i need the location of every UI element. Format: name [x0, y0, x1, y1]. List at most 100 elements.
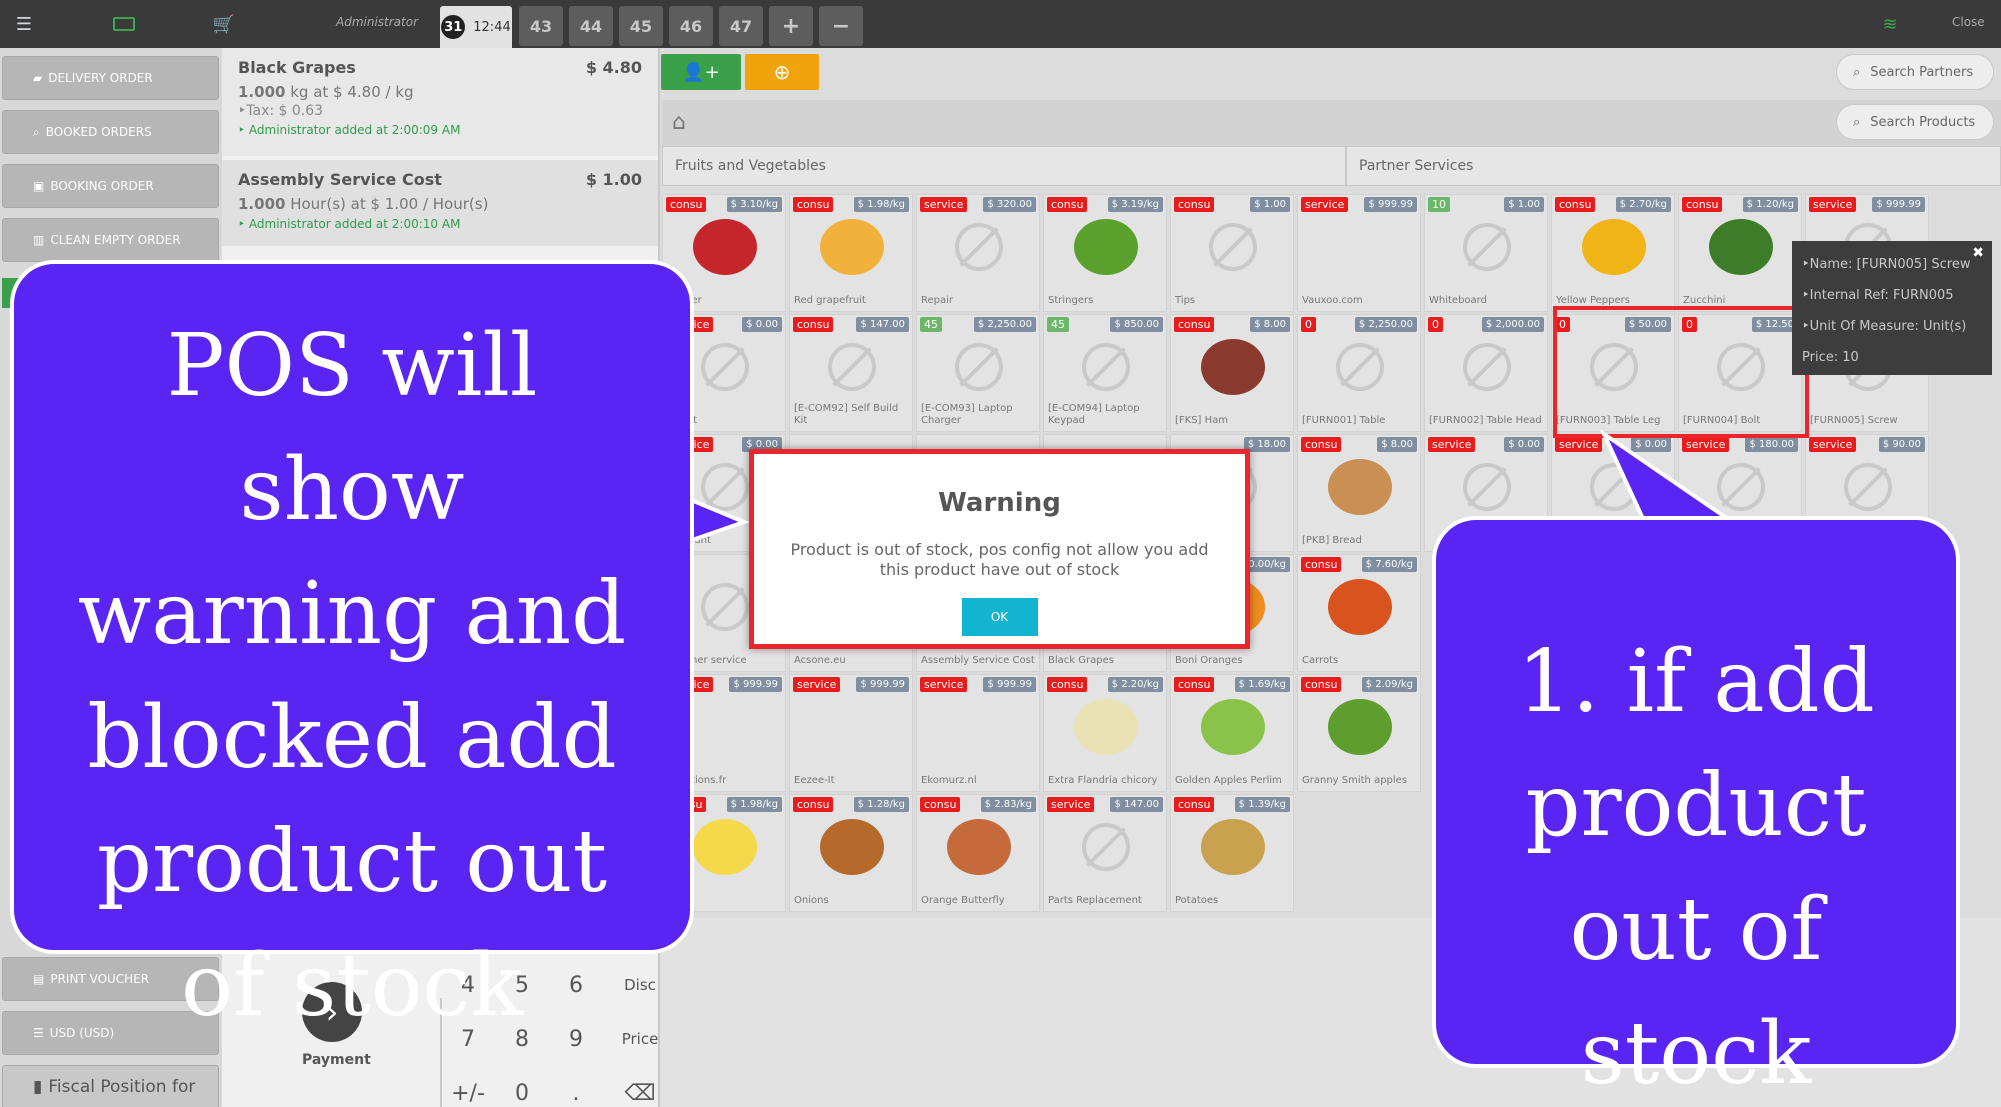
order-line-price: $ 1.00: [585, 170, 642, 189]
product-card[interactable]: consu $ 1.39/kg Potatoes: [1170, 794, 1294, 912]
right-callout: 1. if add product out of stock: [1432, 516, 1960, 1104]
close-icon[interactable]: ✖: [1972, 245, 1984, 261]
numpad-plus-minus[interactable]: +/-: [443, 1081, 493, 1106]
product-image: [1201, 699, 1265, 755]
tooltip-name: ‣Name: [FURN005] Screw: [1802, 257, 1971, 272]
product-price-tag: $ 2.70/kg: [1615, 197, 1671, 212]
product-price-tag: $ 2.20/kg: [1107, 677, 1163, 692]
product-card[interactable]: service $ 320.00 Repair: [916, 194, 1040, 312]
product-type-badge: consu: [793, 197, 834, 212]
product-type-badge: consu: [1301, 557, 1342, 572]
cash-icon[interactable]: [110, 12, 138, 36]
camera-placeholder-icon: [1336, 343, 1384, 391]
booking-order-button[interactable]: ▣ BOOKING ORDER: [2, 164, 219, 208]
product-price-tag: $ 2,000.00: [1481, 317, 1544, 332]
fiscal-position-button[interactable]: ▮ Fiscal Position for: [2, 1065, 219, 1107]
product-price-tag: $ 850.00: [1110, 317, 1163, 332]
tooltip-ref: ‣Internal Ref: FURN005: [1802, 288, 1954, 303]
product-card[interactable]: 45 $ 2,250.00 [E-COM93] Laptop Charger: [916, 314, 1040, 432]
numpad-price[interactable]: Price: [605, 1030, 675, 1048]
product-card[interactable]: consu $ 3.19/kg Stringers: [1043, 194, 1167, 312]
close-button[interactable]: Close: [1952, 15, 1985, 29]
product-card[interactable]: consu $ 1.20/kg Zucchini: [1678, 194, 1802, 312]
product-price-tag: $ 999.99: [983, 677, 1036, 692]
numpad-key-0[interactable]: 0: [497, 1081, 547, 1106]
product-image: [947, 819, 1011, 875]
product-card[interactable]: consu $ 2.20/kg Extra Flandria chicory: [1043, 674, 1167, 792]
product-image: [1074, 219, 1138, 275]
product-price-tag: $ 1.98/kg: [853, 197, 909, 212]
product-card[interactable]: service $ 999.99 Vauxoo.com: [1297, 194, 1421, 312]
tab-order-46[interactable]: 46: [669, 6, 713, 46]
product-type-badge: service: [920, 677, 968, 692]
ok-button[interactable]: OK: [961, 598, 1038, 636]
product-card[interactable]: consu $ 2.70/kg Yellow Peppers: [1551, 194, 1675, 312]
home-icon[interactable]: ⌂: [672, 110, 686, 135]
search-products-input[interactable]: ⌕ Search Products: [1836, 104, 1994, 140]
product-name: Carrots: [1302, 655, 1339, 666]
tooltip-price: Price: 10: [1802, 350, 1859, 365]
product-card[interactable]: consu $ 1.69/kg Golden Apples Perlim: [1170, 674, 1294, 792]
product-name: Boni Oranges: [1175, 655, 1243, 666]
product-price-tag: $ 2.09/kg: [1361, 677, 1417, 692]
remove-order-button[interactable]: −: [819, 6, 863, 46]
product-type-badge: 45: [1047, 317, 1069, 332]
product-card[interactable]: consu $ 1.98/kg Red grapefruit: [789, 194, 913, 312]
product-card[interactable]: consu $ 147.00 [E-COM92] Self Build Kit: [789, 314, 913, 432]
product-card[interactable]: 45 $ 850.00 [E-COM94] Laptop Keypad: [1043, 314, 1167, 432]
add-partner-icon[interactable]: 👤+: [661, 54, 741, 90]
print-voucher-label: PRINT VOUCHER: [50, 972, 150, 986]
trash-icon: ▥: [33, 233, 45, 247]
product-card[interactable]: service $ 999.99 Ekomurz.nl: [916, 674, 1040, 792]
product-card[interactable]: consu $ 7.60/kg Carrots: [1297, 554, 1421, 672]
search-partners-input[interactable]: ⌕ Search Partners: [1836, 54, 1994, 90]
numpad-dot[interactable]: .: [551, 1081, 601, 1106]
add-order-button[interactable]: +: [769, 6, 813, 46]
add-circle-icon[interactable]: ⊕: [745, 54, 819, 90]
product-card[interactable]: 0 $ 2,250.00 [FURN001] Table: [1297, 314, 1421, 432]
tab-order-45[interactable]: 45: [619, 6, 663, 46]
product-card[interactable]: 10 $ 1.00 Whiteboard: [1424, 194, 1548, 312]
product-type-badge: consu: [1047, 197, 1088, 212]
numpad-backspace-icon[interactable]: ⌫: [605, 1081, 675, 1106]
product-card[interactable]: consu $ 8.00 [FKS] Ham: [1170, 314, 1294, 432]
product-card[interactable]: consu $ 1.28/kg Onions: [789, 794, 913, 912]
list-icon: ☰: [33, 1026, 44, 1040]
tab-order-47[interactable]: 47: [719, 6, 763, 46]
order-line[interactable]: Black Grapes $ 4.80 1.000 kg at $ 4.80 /…: [222, 48, 658, 156]
right-callout-text: 1. if add product out of stock: [1517, 632, 1875, 1104]
order-line[interactable]: Assembly Service Cost $ 1.00 1.000 Hour(…: [222, 160, 658, 246]
breadcrumb: ⌂: [662, 100, 2001, 146]
product-type-badge: consu: [1174, 317, 1215, 332]
product-image: [1328, 699, 1392, 755]
product-card[interactable]: consu $ 8.00 [PKB] Bread: [1297, 434, 1421, 552]
delivery-order-button[interactable]: ▰ DELIVERY ORDER: [2, 56, 219, 100]
warning-dialog: Warning Product is out of stock, pos con…: [749, 449, 1250, 649]
product-card[interactable]: service $ 147.00 Parts Replacement: [1043, 794, 1167, 912]
product-type-badge: consu: [1555, 197, 1596, 212]
booked-orders-button[interactable]: ⌕ BOOKED ORDERS: [2, 110, 219, 154]
menu-list-icon[interactable]: ☰: [12, 12, 36, 36]
numpad-disc[interactable]: Disc: [605, 976, 675, 994]
cart-icon[interactable]: 🛒: [210, 12, 238, 36]
product-image: [1709, 219, 1773, 275]
numpad-key-9[interactable]: 9: [551, 1027, 601, 1052]
printer-icon: ▤: [33, 972, 45, 986]
product-name: Tips: [1175, 295, 1196, 306]
product-card[interactable]: 0 $ 2,000.00 [FURN002] Table Head: [1424, 314, 1548, 432]
product-card[interactable]: consu $ 2.83/kg Orange Butterfly: [916, 794, 1040, 912]
tab-order-44[interactable]: 44: [569, 6, 613, 46]
clean-empty-order-button[interactable]: ▥ CLEAN EMPTY ORDER: [2, 218, 219, 262]
product-card[interactable]: service $ 999.99 Eezee-It: [789, 674, 913, 792]
product-card[interactable]: consu $ 2.09/kg Granny Smith apples: [1297, 674, 1421, 792]
tab-order-43[interactable]: 43: [519, 6, 563, 46]
product-tooltip: ✖ ‣Name: [FURN005] Screw ‣Internal Ref: …: [1792, 241, 1992, 375]
numpad-key-6[interactable]: 6: [551, 973, 601, 998]
product-card[interactable]: consu $ 1.00 Tips: [1170, 194, 1294, 312]
category-partner-services[interactable]: Partner Services: [1346, 146, 2001, 186]
tab-active-order[interactable]: 31 12:44: [440, 6, 512, 48]
category-fruits-vegetables[interactable]: Fruits and Vegetables: [662, 146, 1346, 186]
product-price-tag: $ 90.00: [1878, 437, 1925, 452]
product-name: [FKS] Ham: [1175, 415, 1229, 426]
product-price-tag: $ 1.28/kg: [853, 797, 909, 812]
